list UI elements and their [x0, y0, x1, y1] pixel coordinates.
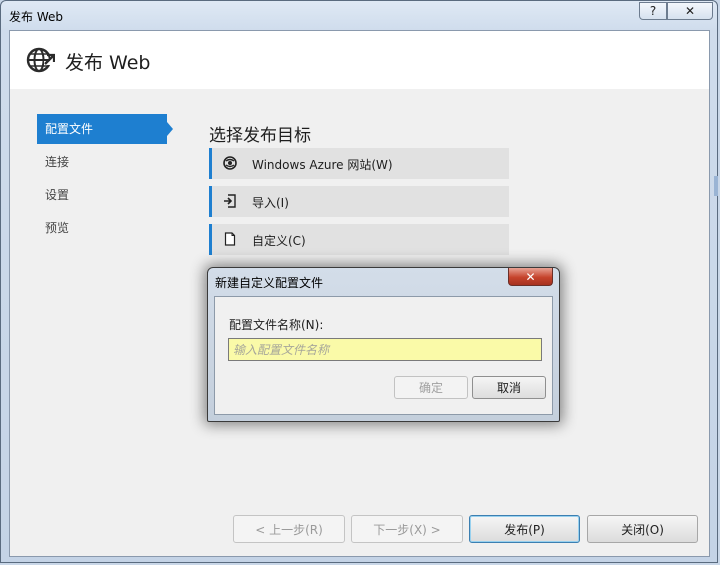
target-label: 自定义(C) — [252, 234, 306, 248]
nav-item-settings[interactable]: 设置 — [37, 180, 197, 210]
ok-button[interactable]: 确定 — [394, 376, 468, 399]
target-windows-azure[interactable]: Windows Azure 网站(W) — [209, 148, 509, 179]
azure-icon — [223, 156, 237, 170]
next-button[interactable]: 下一步(X) > — [351, 515, 463, 543]
close-button[interactable]: 关闭(O) — [587, 515, 698, 543]
new-custom-profile-dialog: 新建自定义配置文件 ✕ 配置文件名称(N): 确定 取消 — [207, 267, 560, 422]
nav-item-preview[interactable]: 预览 — [37, 213, 197, 243]
close-icon: ✕ — [525, 269, 536, 284]
target-import[interactable]: 导入(I) — [209, 186, 509, 217]
profile-name-label: 配置文件名称(N): — [229, 318, 324, 332]
nav-item-label: 设置 — [45, 188, 70, 202]
nav-item-connection[interactable]: 连接 — [37, 147, 197, 177]
import-icon — [224, 194, 236, 208]
nav-item-profile[interactable]: 配置文件 — [37, 114, 173, 144]
profile-name-input[interactable] — [228, 338, 542, 361]
target-label: 导入(I) — [252, 196, 289, 210]
section-title: 选择发布目标 — [209, 126, 311, 146]
dialog-close-button[interactable]: ✕ — [508, 268, 553, 286]
globe-publish-icon — [26, 47, 55, 73]
document-icon — [224, 232, 236, 246]
window-close-button[interactable]: ✕ — [667, 2, 713, 20]
nav-item-label: 连接 — [45, 155, 70, 169]
target-label: Windows Azure 网站(W) — [252, 158, 393, 172]
wizard-nav: 配置文件 连接 设置 预览 — [37, 114, 197, 246]
publish-button[interactable]: 发布(P) — [469, 515, 580, 543]
target-custom[interactable]: 自定义(C) — [209, 224, 509, 255]
cancel-button[interactable]: 取消 — [472, 376, 546, 399]
help-button[interactable]: ? — [639, 2, 667, 20]
window-title: 发布 Web — [9, 10, 63, 24]
dialog-body: 配置文件名称(N): 确定 取消 — [214, 296, 553, 415]
prev-button[interactable]: < 上一步(R) — [233, 515, 345, 543]
nav-item-label: 配置文件 — [45, 122, 94, 136]
dialog-title: 新建自定义配置文件 — [215, 276, 324, 290]
page-title: 发布 Web — [65, 52, 151, 74]
scrollbar-hint — [714, 176, 718, 196]
close-icon: ✕ — [684, 4, 696, 18]
title-bar: 发布 Web ? ✕ — [1, 1, 717, 31]
header: 发布 Web — [10, 31, 709, 89]
help-icon: ? — [649, 4, 657, 18]
nav-item-label: 预览 — [45, 221, 70, 235]
